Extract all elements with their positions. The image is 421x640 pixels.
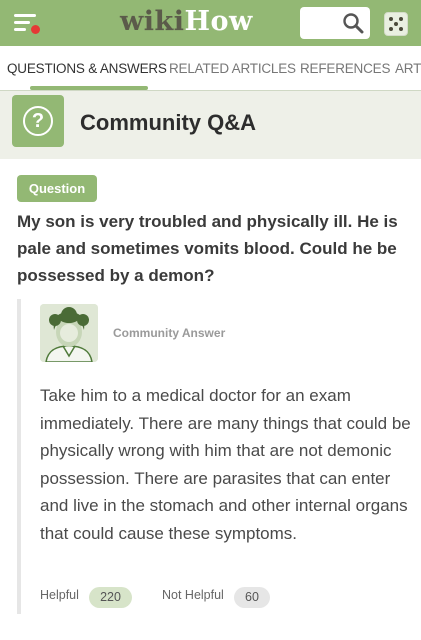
tab-related-articles[interactable]: RELATED ARTICLES [169,61,296,76]
not-helpful-label[interactable]: Not Helpful [162,588,224,608]
not-helpful-count-badge[interactable]: 60 [234,587,270,608]
wikihow-logo[interactable]: wikiHow [120,6,253,37]
question-circle-icon: ? [12,95,64,147]
community-avatar-icon [40,304,98,362]
avatar [40,304,98,362]
random-dice-icon[interactable] [384,12,408,36]
section-title: Community Q&A [80,110,256,135]
answer-text: Take him to a medical doctor for an exam… [40,386,411,543]
logo-wiki-text: wiki [120,6,185,37]
active-tab-indicator [30,86,148,90]
answer-author-label: Community Answer [113,326,226,340]
top-bar: wikiHow [0,0,421,46]
question-text: My son is very troubled and physically i… [17,212,398,285]
search-icon[interactable] [342,12,364,34]
question-badge: Question [17,175,97,202]
search-input[interactable] [300,7,370,39]
tab-questions-answers[interactable]: QUESTIONS & ANSWERS [7,61,167,76]
menu-icon[interactable] [14,12,40,34]
answer-rail [17,299,21,614]
helpful-label[interactable]: Helpful [40,588,79,608]
logo-how-text: How [184,6,253,37]
helpful-count-badge[interactable]: 220 [89,587,132,608]
tab-references[interactable]: REFERENCES [300,61,390,76]
community-qa-header: ? Community Q&A [0,91,421,159]
tab-articles-truncated[interactable]: ARTI [395,61,421,76]
section-tabs: QUESTIONS & ANSWERS RELATED ARTICLES REF… [0,46,421,91]
notification-dot [31,25,40,34]
